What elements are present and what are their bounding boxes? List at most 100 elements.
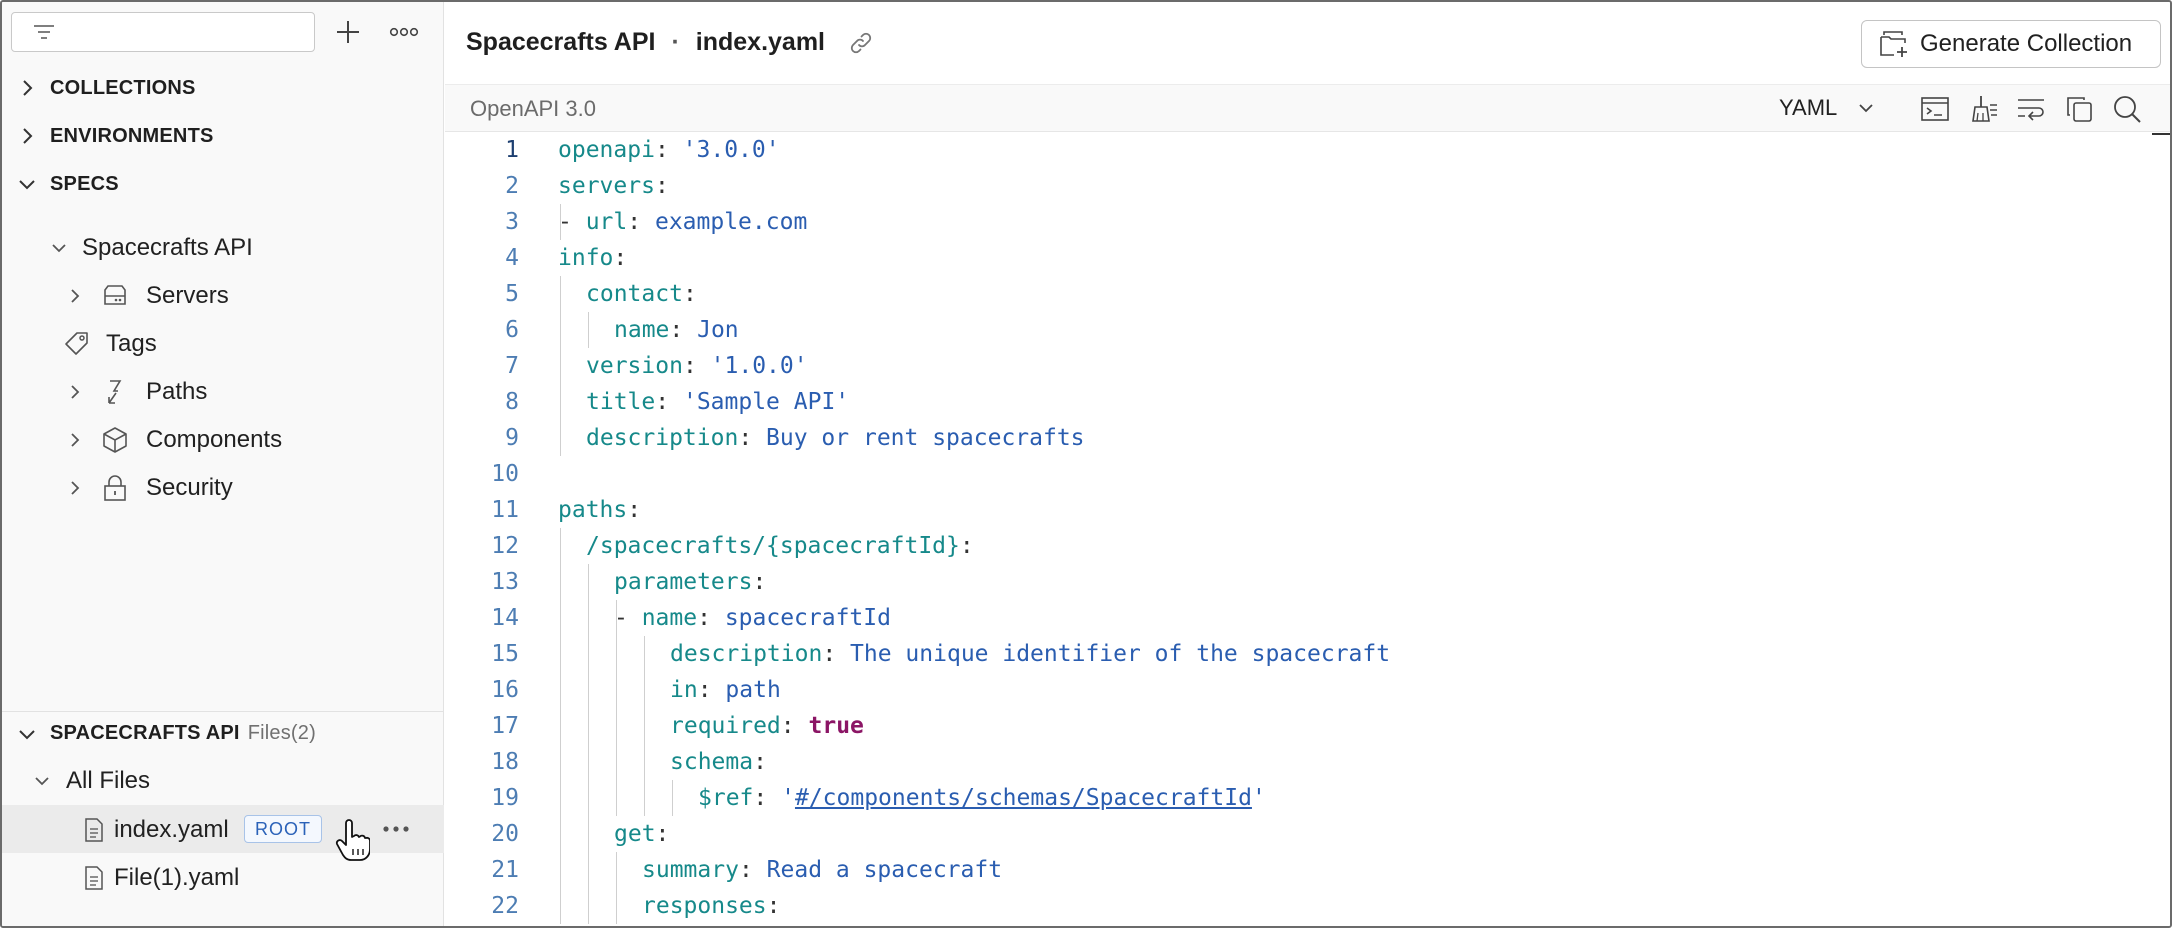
folder-all-files[interactable]: All Files	[2, 758, 444, 804]
indent-guide	[588, 312, 589, 348]
line-number: 15	[491, 641, 519, 667]
indent-guide	[560, 672, 561, 708]
yaml-key: title	[586, 389, 656, 415]
paths-icon	[108, 380, 122, 404]
line-number: 3	[505, 209, 519, 235]
code-text: summary: Read a spacecraft	[642, 852, 1002, 888]
code-line[interactable]: 17 required: true	[445, 708, 2145, 744]
colon: :	[669, 317, 684, 343]
indent-guide	[588, 636, 589, 672]
breadcrumb: Spacecrafts API · index.yaml	[466, 28, 875, 57]
quote: '	[781, 785, 795, 811]
format-dropdown[interactable]: YAML	[1779, 95, 1877, 121]
code-line[interactable]: 4 info:	[445, 240, 2145, 276]
code-line[interactable]: 16 in: path	[445, 672, 2145, 708]
indent-guide	[560, 852, 561, 888]
filter-input[interactable]	[64, 17, 304, 47]
colon: :	[613, 245, 628, 271]
tree-item-components[interactable]: Components	[2, 417, 444, 463]
tag-icon	[65, 332, 88, 355]
code-line[interactable]: 13 parameters:	[445, 564, 2145, 600]
wrap-lines-icon[interactable]	[2015, 93, 2047, 125]
lock-icon	[104, 475, 126, 501]
code-line[interactable]: 19 $ref: '#/components/schemas/Spacecraft…	[445, 780, 2145, 816]
code-line[interactable]: 10	[445, 456, 2145, 492]
section-collections[interactable]: COLLECTIONS	[2, 66, 444, 110]
colon: :	[780, 713, 795, 739]
indent-guide	[644, 672, 645, 708]
line-number: 16	[491, 677, 519, 703]
code-text: info:	[558, 240, 627, 276]
files-panel-header[interactable]: SPACECRAFTS API Files(2)	[2, 711, 444, 755]
line-number: 5	[505, 281, 519, 307]
code-line[interactable]: 9 description: Buy or rent spacecrafts	[445, 420, 2145, 456]
filter-icon	[34, 25, 54, 39]
indent-guide	[616, 780, 617, 816]
indent-guide	[644, 744, 645, 780]
indent-guide	[560, 528, 561, 564]
link-icon[interactable]	[847, 29, 875, 57]
yaml-key: paths	[558, 497, 628, 523]
code-line[interactable]: 5 contact:	[445, 276, 2145, 312]
code-line[interactable]: 8 title: 'Sample API'	[445, 384, 2145, 420]
indent-guide	[588, 852, 589, 888]
section-specs[interactable]: SPECS	[2, 162, 444, 206]
colon: :	[738, 425, 753, 451]
code-line[interactable]: 3 - url: example.com	[445, 204, 2145, 240]
code-text: name: Jon	[614, 312, 739, 348]
indent-guide	[560, 420, 561, 456]
beautify-broom-icon[interactable]	[1967, 93, 1999, 125]
colon: :	[766, 893, 781, 919]
file-item-file1-yaml[interactable]: File(1).yaml	[2, 853, 444, 901]
colon: :	[697, 605, 711, 631]
tree-item-servers[interactable]: Servers	[2, 273, 444, 319]
add-button[interactable]	[330, 14, 366, 50]
code-line[interactable]: 12/spacecrafts/{spacecraftId}:	[445, 528, 2145, 564]
code-line[interactable]: 20 get:	[445, 816, 2145, 852]
yaml-value: 'Sample API'	[682, 389, 850, 415]
filter-input-box[interactable]	[11, 12, 315, 52]
indent-guide	[588, 744, 589, 780]
file-name: index.yaml	[114, 816, 229, 843]
section-label: ENVIRONMENTS	[50, 124, 214, 147]
section-environments[interactable]: ENVIRONMENTS	[2, 114, 444, 158]
ref-link[interactable]: #/components/schemas/SpacecraftId	[795, 785, 1252, 811]
code-line[interactable]: 6 name: Jon	[445, 312, 2145, 348]
indent-guide	[672, 780, 673, 816]
code-line[interactable]: 21 summary: Read a spacecraft	[445, 852, 2145, 888]
code-line[interactable]: 22 responses:	[445, 888, 2145, 924]
generate-collection-button[interactable]: Generate Collection	[1861, 20, 2161, 68]
tree-item-security[interactable]: Security	[2, 465, 444, 511]
code-line[interactable]: 7 version: '1.0.0'	[445, 348, 2145, 384]
colon: :	[697, 677, 712, 703]
more-options-button[interactable]	[386, 14, 422, 50]
colon: :	[654, 137, 669, 163]
code-text: version: '1.0.0'	[586, 348, 808, 384]
code-line[interactable]: 14 - name: spacecraftId	[445, 600, 2145, 636]
code-editor[interactable]: 1 openapi: '3.0.0' 2 servers: 3 - url: exampl…	[445, 133, 2170, 926]
tree-item-spacecrafts-api[interactable]: Spacecrafts API	[2, 225, 444, 271]
line-number: 10	[491, 461, 519, 487]
code-line[interactable]: 15 description: The unique identifier of …	[445, 636, 2145, 672]
code-line[interactable]: 18 schema:	[445, 744, 2145, 780]
file-more-options-icon[interactable]	[380, 817, 412, 841]
chevron-right-icon	[71, 385, 80, 399]
code-line[interactable]: 11 paths:	[445, 492, 2145, 528]
code-line[interactable]: 2 servers:	[445, 168, 2145, 204]
code-line[interactable]: 1 openapi: '3.0.0'	[445, 133, 2145, 168]
tree-item-paths[interactable]: Paths	[2, 369, 444, 415]
search-icon[interactable]	[2111, 93, 2143, 125]
file-item-index-yaml[interactable]: index.yaml ROOT	[2, 805, 444, 853]
scrollbar-marker[interactable]	[2152, 133, 2170, 135]
indent-guide	[644, 636, 645, 672]
tree-item-tags[interactable]: Tags	[2, 321, 444, 367]
folder-label: All Files	[66, 767, 151, 794]
section-label: COLLECTIONS	[50, 76, 196, 99]
format-label: YAML	[1779, 95, 1838, 120]
code-text: required: true	[670, 708, 864, 744]
copy-icon[interactable]	[2063, 93, 2095, 125]
cube-icon	[103, 427, 127, 453]
terminal-icon[interactable]	[1919, 93, 1951, 125]
code-text: contact:	[586, 276, 697, 312]
list-dash: -	[614, 605, 642, 631]
